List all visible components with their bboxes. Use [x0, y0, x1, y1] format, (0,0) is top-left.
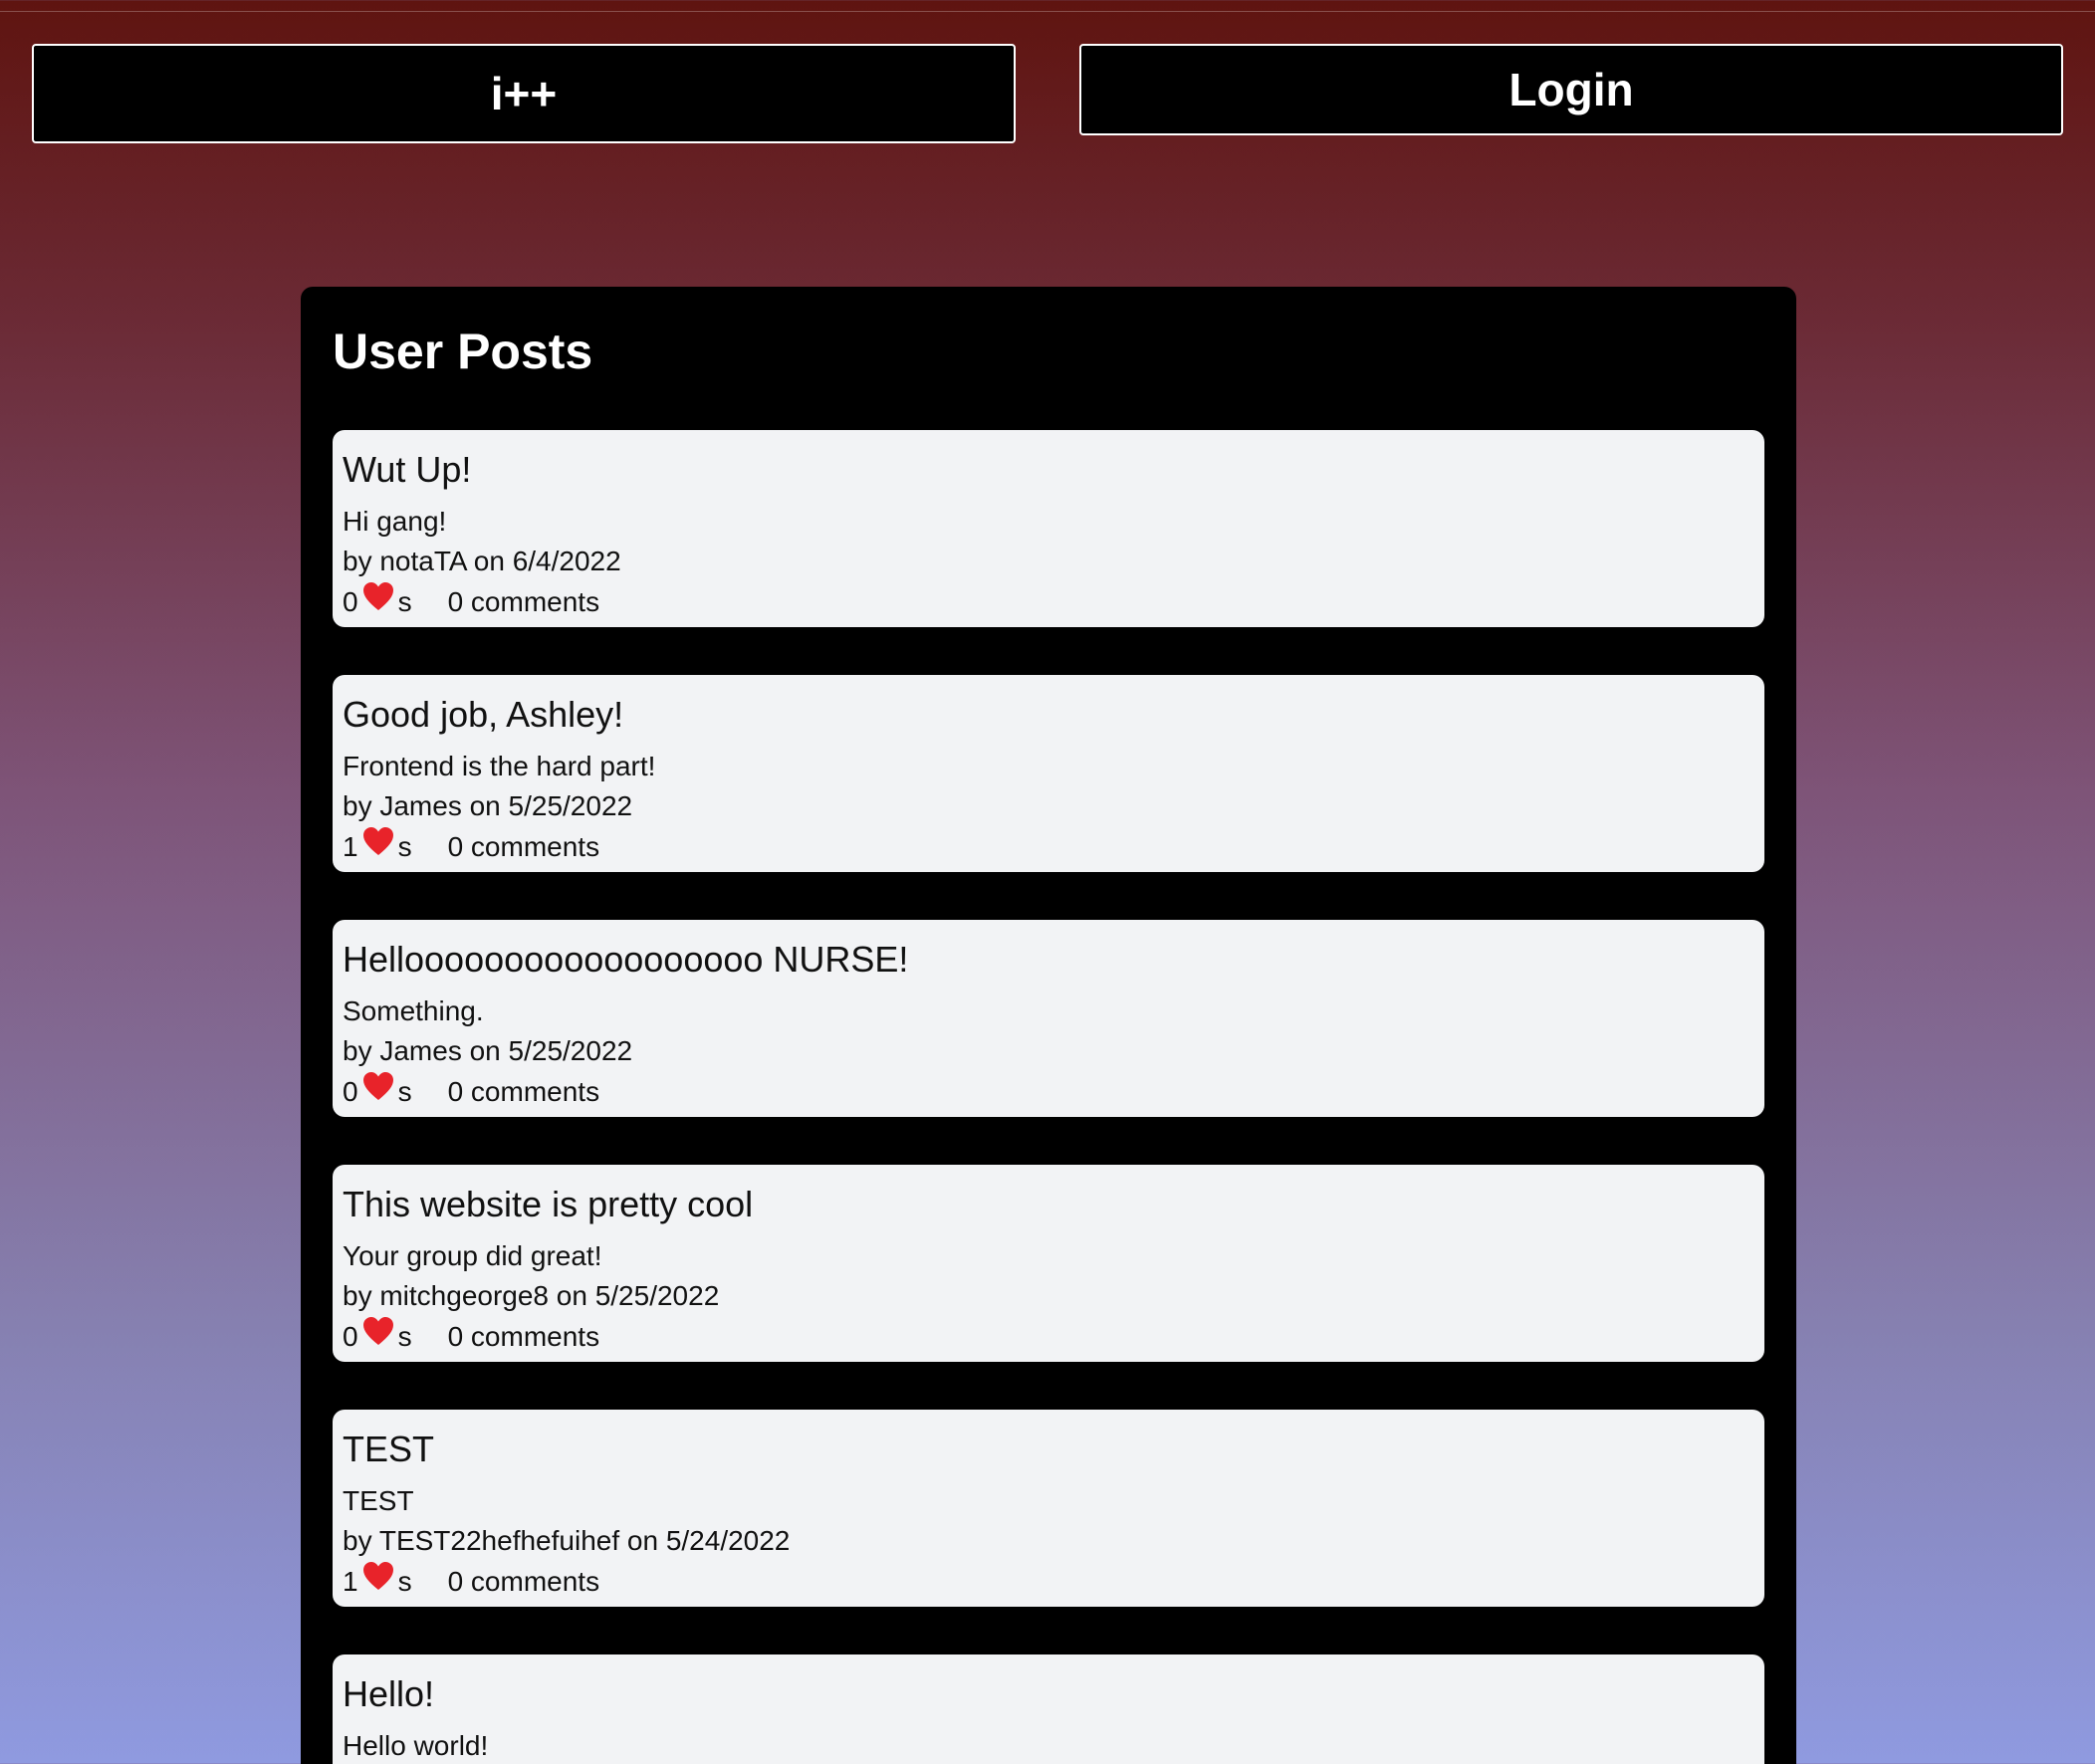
post-stats: 0 s 0 comments [343, 581, 1754, 623]
like-count: 0 [343, 586, 358, 617]
post-stats: 0 s 0 comments [343, 1316, 1754, 1358]
post-stats: 0 s 0 comments [343, 1071, 1754, 1113]
like-suffix: s [397, 1321, 412, 1352]
post-title[interactable]: Hello! [343, 1674, 1754, 1714]
post-byline: by notaTA on 6/4/2022 [343, 546, 621, 576]
heart-icon[interactable] [362, 1561, 394, 1591]
post-body: Your group did great! [343, 1240, 602, 1271]
user-posts-panel: User Posts Wut Up! Hi gang! by notaTA on… [301, 287, 1796, 1764]
page-title: User Posts [333, 324, 593, 379]
post-card[interactable]: Good job, Ashley! Frontend is the hard p… [333, 675, 1764, 872]
post-body: Something. [343, 995, 484, 1026]
post-title[interactable]: This website is pretty cool [343, 1185, 1754, 1224]
post-byline: by James on 5/25/2022 [343, 1035, 633, 1066]
comments-link[interactable]: 0 comments [448, 826, 600, 868]
like-suffix: s [397, 586, 412, 617]
comments-link[interactable]: 0 comments [448, 1316, 600, 1358]
like-count: 1 [343, 1566, 358, 1597]
post-card[interactable]: Hello! Hello world! [333, 1654, 1764, 1764]
post-stats: 1 s 0 comments [343, 826, 1754, 868]
like-count: 0 [343, 1076, 358, 1107]
like-suffix: s [397, 831, 412, 862]
post-title[interactable]: Helloooooooooooooooooo NURSE! [343, 940, 1754, 980]
post-title[interactable]: Good job, Ashley! [343, 695, 1754, 735]
post-stats: 1 s 0 comments [343, 1561, 1754, 1603]
post-byline: by TEST22hefhefuihef on 5/24/2022 [343, 1525, 791, 1556]
post-body: Hi gang! [343, 506, 447, 537]
like-suffix: s [397, 1566, 412, 1597]
top-divider [0, 11, 2095, 12]
post-card[interactable]: TEST TEST by TEST22hefhefuihef on 5/24/2… [333, 1410, 1764, 1607]
post-body: TEST [343, 1485, 414, 1516]
home-button[interactable]: i++ [32, 44, 1016, 143]
post-card[interactable]: Helloooooooooooooooooo NURSE! Something.… [333, 920, 1764, 1117]
heart-icon[interactable] [362, 1316, 394, 1346]
login-button[interactable]: Login [1079, 44, 2063, 135]
post-card[interactable]: This website is pretty cool Your group d… [333, 1165, 1764, 1362]
like-count: 0 [343, 1321, 358, 1352]
heart-icon[interactable] [362, 581, 394, 611]
comments-link[interactable]: 0 comments [448, 581, 600, 623]
post-card[interactable]: Wut Up! Hi gang! by notaTA on 6/4/2022 0… [333, 430, 1764, 627]
heart-icon[interactable] [362, 826, 394, 856]
like-suffix: s [397, 1076, 412, 1107]
comments-link[interactable]: 0 comments [448, 1561, 600, 1603]
post-byline: by mitchgeorge8 on 5/25/2022 [343, 1280, 720, 1311]
comments-link[interactable]: 0 comments [448, 1071, 600, 1113]
post-title[interactable]: Wut Up! [343, 450, 1754, 490]
post-body: Hello world! [343, 1730, 489, 1761]
heart-icon[interactable] [362, 1071, 394, 1101]
post-body: Frontend is the hard part! [343, 751, 656, 781]
post-byline: by James on 5/25/2022 [343, 790, 633, 821]
like-count: 1 [343, 831, 358, 862]
post-title[interactable]: TEST [343, 1430, 1754, 1469]
